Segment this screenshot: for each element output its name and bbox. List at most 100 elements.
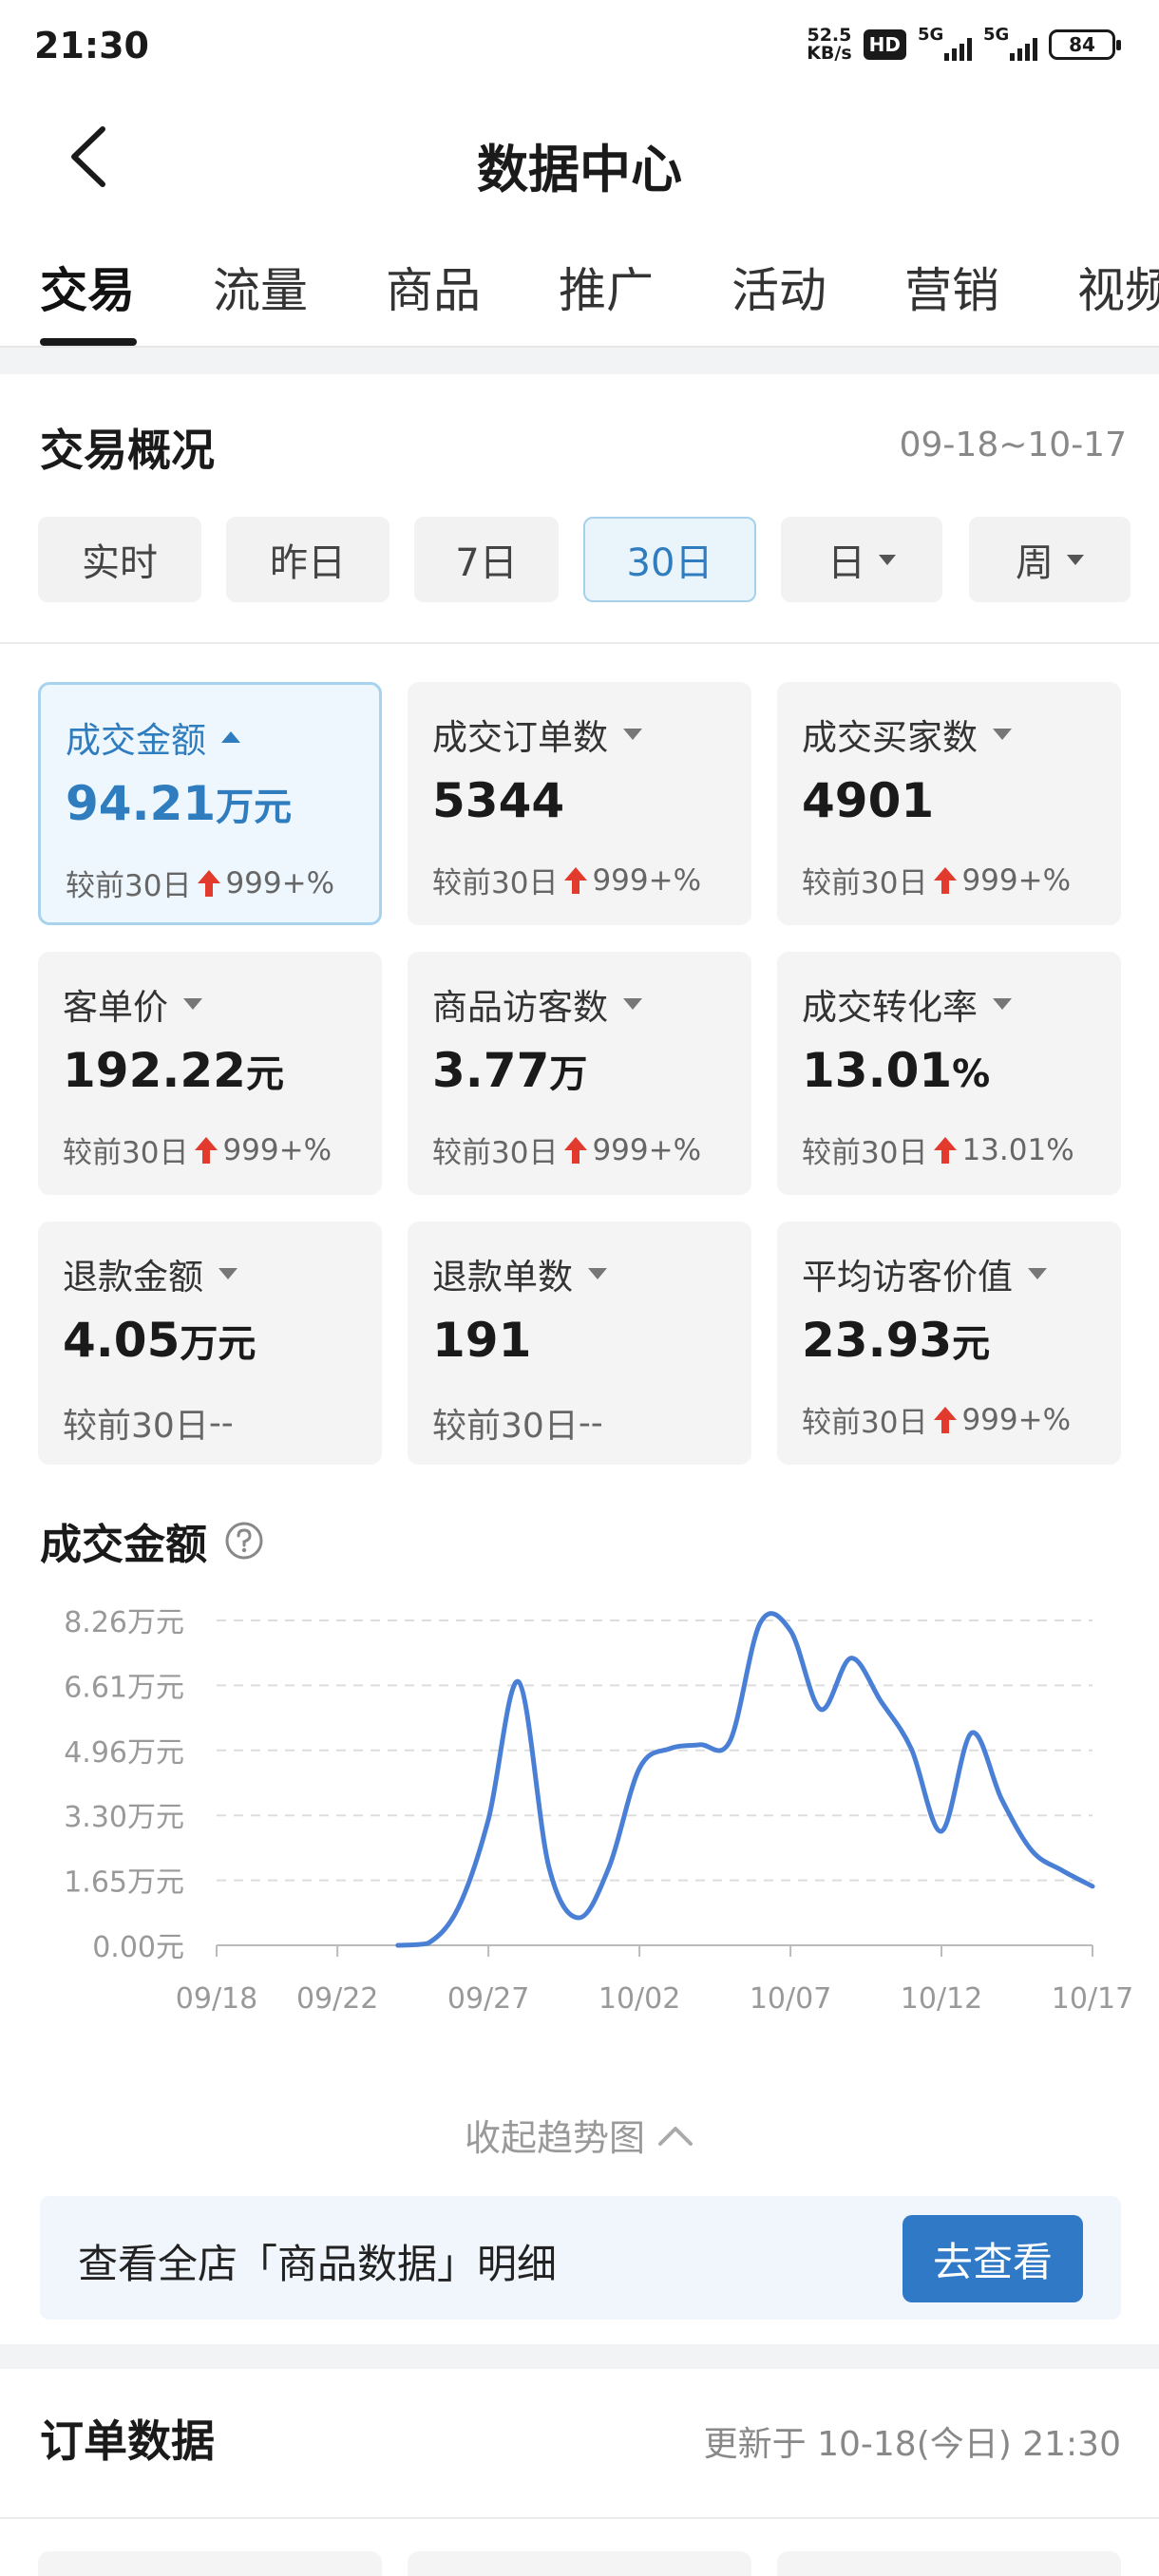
y-tick-label: 4.96万元	[64, 1736, 184, 1770]
caret-down-icon	[993, 998, 1012, 1010]
caret-down-icon	[993, 729, 1012, 740]
x-tick-label: 09/27	[447, 1982, 529, 2016]
metric-value: 5344	[432, 773, 565, 828]
chip-realtime[interactable]: 实时	[38, 517, 201, 602]
caret-down-icon	[218, 1268, 238, 1279]
metric-compare: 较前30日 999+%	[802, 862, 1072, 901]
metric-card-avg-visitor-value[interactable]: 平均访客价值 23.93元 较前30日 999+%	[777, 1222, 1121, 1465]
metric-card-refund-orders[interactable]: 退款单数 191 较前30日 --	[408, 1222, 751, 1465]
sim2-label: 5G	[983, 25, 1010, 45]
chip-week-dropdown[interactable]: 周	[969, 517, 1130, 602]
order-data-card: 订单数据 更新于 10-18(今日) 21:30	[0, 2369, 1159, 2576]
metric-compare: 较前30日 999+%	[63, 1132, 332, 1171]
collapse-label: 收起趋势图	[464, 2117, 645, 2159]
x-tick-label: 10/17	[1052, 1982, 1133, 2016]
signal-icon-2: 5G	[983, 25, 1037, 61]
chart-title: 成交金额	[40, 1521, 207, 1569]
metric-value: 4901	[802, 773, 935, 828]
series-line	[395, 1611, 1095, 1948]
chart-header: 成交金额	[40, 1510, 264, 1571]
chevron-up-icon	[658, 2126, 693, 2146]
metric-label: 成交订单数	[432, 709, 642, 760]
metric-label: 成交转化率	[802, 978, 1012, 1030]
metric-card-buyers[interactable]: 成交买家数 4901 较前30日 999+%	[777, 682, 1121, 925]
metric-value: 13.01%	[802, 1043, 991, 1098]
help-icon[interactable]	[224, 1521, 264, 1561]
metric-compare: 较前30日 999+%	[432, 1132, 702, 1171]
net-speed-unit: KB/s	[807, 43, 852, 64]
metric-label: 商品访客数	[432, 978, 642, 1030]
metric-card-gmv[interactable]: 成交金额 94.21万元 较前30日 999+%	[38, 682, 382, 925]
banner-text: 查看全店「商品数据」明细	[78, 2241, 558, 2287]
tab-trade[interactable]: 交易	[40, 253, 135, 321]
metric-compare: 较前30日 999+%	[802, 1402, 1072, 1441]
status-time: 21:30	[34, 25, 149, 66]
sim1-label: 5G	[918, 25, 944, 45]
trend-chart[interactable]: 0.00元 1.65万元 3.30万元 4.96万元 6.61万元 8.26万元 09/18…	[0, 1581, 1159, 2074]
tab-traffic[interactable]: 流量	[213, 253, 308, 321]
tab-bar: 交易 流量 商品 推广 活动 营销 视频	[0, 245, 1159, 348]
updated-time: 更新于 10-18(今日) 21:30	[703, 2425, 1121, 2464]
net-speed: 52.5 KB/s	[807, 27, 851, 63]
chip-7days[interactable]: 7日	[414, 517, 559, 602]
view-button[interactable]: 去查看	[902, 2215, 1083, 2302]
metric-card-refund-amount[interactable]: 退款金额 4.05万元较前30日 --	[38, 1222, 382, 1465]
top-area: 21:30 52.5 KB/s HD 5G 5G 84 数据中心 交易 流量 商…	[0, 0, 1159, 348]
metric-value: 3.77万	[432, 1043, 588, 1098]
chip-30days[interactable]: 30日	[583, 517, 756, 602]
tab-promotion[interactable]: 推广	[559, 253, 654, 321]
tab-products[interactable]: 商品	[386, 253, 481, 321]
battery-icon: 84	[1049, 29, 1121, 60]
metric-card-avg-order-value[interactable]: 客单价 192.22元 较前30日 999+%	[38, 952, 382, 1195]
section-title: 交易概况	[40, 425, 215, 476]
arrow-up-icon	[198, 869, 221, 897]
metric-value: 4.05万元	[63, 1313, 256, 1368]
metric-compare: 较前30日 13.01%	[802, 1132, 1074, 1171]
metric-card-visitors[interactable]: 商品访客数 3.77万较前30日 999+%	[408, 952, 751, 1195]
y-tick-label: 6.61万元	[64, 1671, 184, 1704]
metric-label: 成交买家数	[802, 709, 1012, 760]
metric-compare: 较前30日 --	[63, 1403, 234, 1447]
y-tick-label: 0.00元	[92, 1931, 184, 1964]
caret-down-icon	[183, 998, 202, 1010]
metric-value: 94.21万元	[66, 776, 293, 831]
x-tick-label: 09/22	[296, 1982, 378, 2016]
metric-value: 23.93元	[802, 1313, 991, 1368]
metric-compare: 较前30日 999+%	[66, 865, 335, 904]
arrow-up-icon	[934, 1406, 958, 1433]
arrow-up-icon	[934, 866, 958, 894]
metric-value: 191	[432, 1313, 532, 1368]
caret-down-icon	[588, 1268, 607, 1279]
metric-label: 客单价	[63, 978, 202, 1030]
y-tick-label: 3.30万元	[64, 1801, 184, 1834]
metric-card-conversion-rate[interactable]: 成交转化率 13.01% 较前30日 13.01%	[777, 952, 1121, 1195]
product-data-banner: 查看全店「商品数据」明细 去查看	[40, 2196, 1121, 2320]
tab-active-indicator	[40, 338, 137, 346]
metric-compare: 较前30日 --	[432, 1403, 603, 1447]
metric-compare: 较前30日 999+%	[432, 862, 702, 901]
tab-activity[interactable]: 活动	[732, 253, 826, 321]
date-range: 09-18~10-17	[899, 426, 1127, 464]
chip-day-label: 日	[827, 541, 865, 585]
divider	[0, 642, 1159, 644]
arrow-up-icon	[564, 866, 588, 894]
chip-day-dropdown[interactable]: 日	[781, 517, 942, 602]
x-tick-label: 09/18	[176, 1982, 257, 2016]
order-section-title: 订单数据	[40, 2415, 215, 2467]
x-tick-label: 10/02	[598, 1982, 680, 2016]
arrow-up-icon	[195, 1136, 218, 1164]
chip-yesterday[interactable]: 昨日	[226, 517, 390, 602]
collapse-chart-toggle[interactable]: 收起趋势图	[0, 2109, 1159, 2161]
tab-video[interactable]: 视频	[1077, 253, 1159, 321]
status-icons: 52.5 KB/s HD 5G 5G 84	[807, 25, 1121, 63]
order-metric-card	[777, 2551, 1121, 2576]
y-tick-label: 8.26万元	[64, 1606, 184, 1639]
metric-card-orders[interactable]: 成交订单数 5344 较前30日 999+%	[408, 682, 751, 925]
divider	[0, 2517, 1159, 2519]
metric-label: 退款金额	[63, 1248, 238, 1299]
arrow-up-icon	[934, 1136, 958, 1164]
tab-marketing[interactable]: 营销	[904, 253, 999, 321]
caret-up-icon	[221, 731, 240, 743]
x-tick-label: 10/12	[901, 1982, 982, 2016]
chip-week-label: 周	[1016, 541, 1054, 585]
